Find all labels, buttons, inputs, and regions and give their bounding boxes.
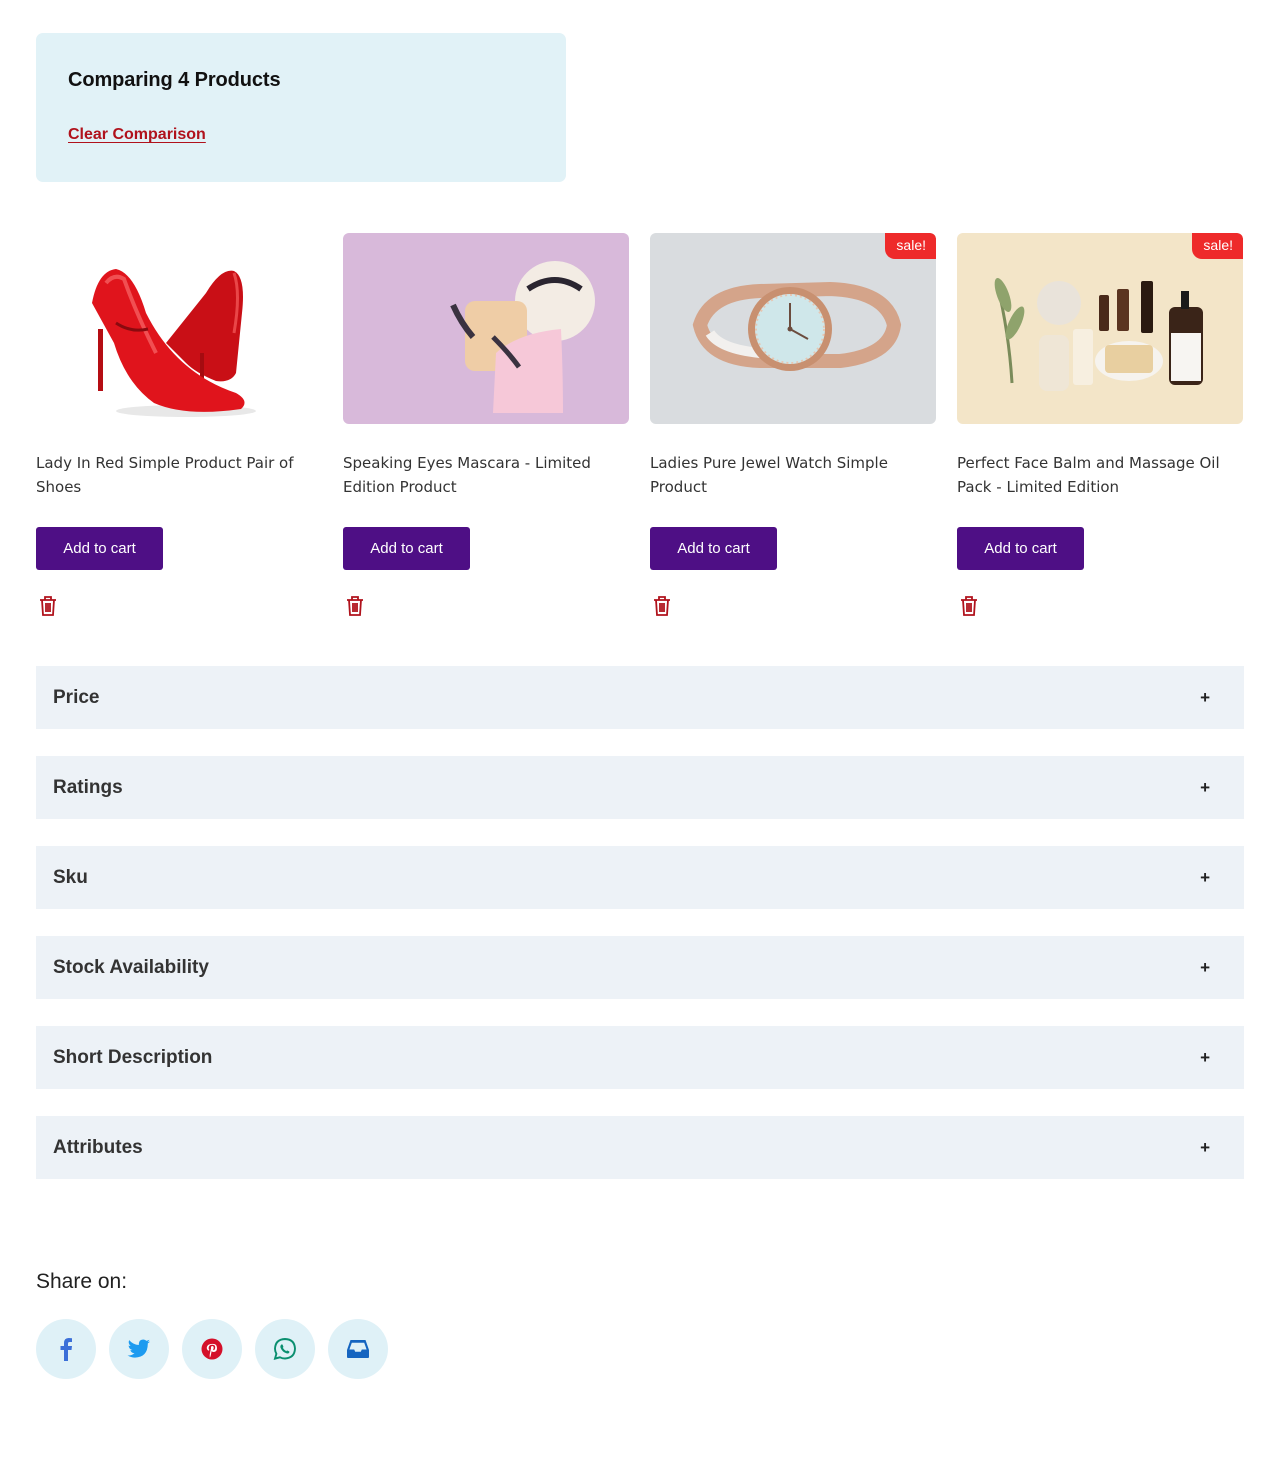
watch-image bbox=[650, 233, 936, 424]
sale-badge: sale! bbox=[1192, 233, 1243, 259]
email-inbox-icon bbox=[347, 1340, 369, 1358]
comparison-title: Comparing 4 Products bbox=[68, 69, 281, 91]
plus-icon[interactable]: + bbox=[1200, 1138, 1210, 1158]
accordion-price[interactable]: Price + bbox=[36, 666, 1244, 729]
add-to-cart-button[interactable]: Add to cart bbox=[343, 527, 470, 570]
trash-icon[interactable] bbox=[38, 595, 58, 617]
email-share-button[interactable] bbox=[328, 1319, 388, 1379]
eyelashes-image bbox=[343, 233, 629, 424]
comparison-accordion: Price + Ratings + Sku + Stock Availabili… bbox=[36, 666, 1244, 1206]
product-card: Speaking Eyes Mascara - Limited Edition … bbox=[343, 233, 629, 617]
product-name[interactable]: Lady In Red Simple Product Pair of Shoes bbox=[36, 451, 322, 499]
trash-icon[interactable] bbox=[959, 595, 979, 617]
product-image[interactable]: sale! bbox=[650, 233, 936, 424]
add-to-cart-button[interactable]: Add to cart bbox=[650, 527, 777, 570]
product-name[interactable]: Ladies Pure Jewel Watch Simple Product bbox=[650, 451, 936, 499]
accordion-label: Price bbox=[53, 686, 100, 708]
pinterest-share-button[interactable] bbox=[182, 1319, 242, 1379]
accordion-label: Ratings bbox=[53, 776, 123, 798]
cosmetics-image bbox=[957, 233, 1243, 424]
comparison-summary: Comparing 4 Products Clear Comparison bbox=[36, 33, 566, 182]
product-image[interactable] bbox=[36, 233, 322, 424]
plus-icon[interactable]: + bbox=[1200, 868, 1210, 888]
plus-icon[interactable]: + bbox=[1200, 778, 1210, 798]
product-image[interactable]: sale! bbox=[957, 233, 1243, 424]
product-card: sale! Perfect Face Balm and Massage Oil … bbox=[957, 233, 1243, 617]
facebook-icon bbox=[60, 1338, 72, 1361]
accordion-stock-availability[interactable]: Stock Availability + bbox=[36, 936, 1244, 999]
accordion-label: Sku bbox=[53, 866, 88, 888]
accordion-short-description[interactable]: Short Description + bbox=[36, 1026, 1244, 1089]
whatsapp-share-button[interactable] bbox=[255, 1319, 315, 1379]
trash-icon[interactable] bbox=[345, 595, 365, 617]
twitter-icon bbox=[127, 1339, 150, 1358]
whatsapp-icon bbox=[273, 1338, 296, 1360]
accordion-ratings[interactable]: Ratings + bbox=[36, 756, 1244, 819]
product-name[interactable]: Speaking Eyes Mascara - Limited Edition … bbox=[343, 451, 629, 499]
product-card: sale! Ladies Pure Jewel Watch Simple Pro… bbox=[650, 233, 936, 617]
red-heels-image bbox=[36, 233, 322, 424]
plus-icon[interactable]: + bbox=[1200, 1048, 1210, 1068]
product-grid: Lady In Red Simple Product Pair of Shoes… bbox=[36, 233, 1244, 623]
plus-icon[interactable]: + bbox=[1200, 688, 1210, 708]
sale-badge: sale! bbox=[885, 233, 936, 259]
twitter-share-button[interactable] bbox=[109, 1319, 169, 1379]
share-label: Share on: bbox=[36, 1270, 128, 1293]
clear-comparison-link[interactable]: Clear Comparison bbox=[68, 126, 206, 144]
accordion-label: Stock Availability bbox=[53, 956, 209, 978]
add-to-cart-button[interactable]: Add to cart bbox=[957, 527, 1084, 570]
product-card: Lady In Red Simple Product Pair of Shoes… bbox=[36, 233, 322, 617]
share-icons bbox=[36, 1319, 388, 1379]
facebook-share-button[interactable] bbox=[36, 1319, 96, 1379]
add-to-cart-button[interactable]: Add to cart bbox=[36, 527, 163, 570]
product-image[interactable] bbox=[343, 233, 629, 424]
accordion-sku[interactable]: Sku + bbox=[36, 846, 1244, 909]
trash-icon[interactable] bbox=[652, 595, 672, 617]
plus-icon[interactable]: + bbox=[1200, 958, 1210, 978]
pinterest-icon bbox=[201, 1338, 223, 1360]
accordion-attributes[interactable]: Attributes + bbox=[36, 1116, 1244, 1179]
product-name[interactable]: Perfect Face Balm and Massage Oil Pack -… bbox=[957, 451, 1243, 499]
accordion-label: Short Description bbox=[53, 1046, 213, 1068]
share-section: Share on: bbox=[36, 1270, 388, 1379]
accordion-label: Attributes bbox=[53, 1136, 143, 1158]
